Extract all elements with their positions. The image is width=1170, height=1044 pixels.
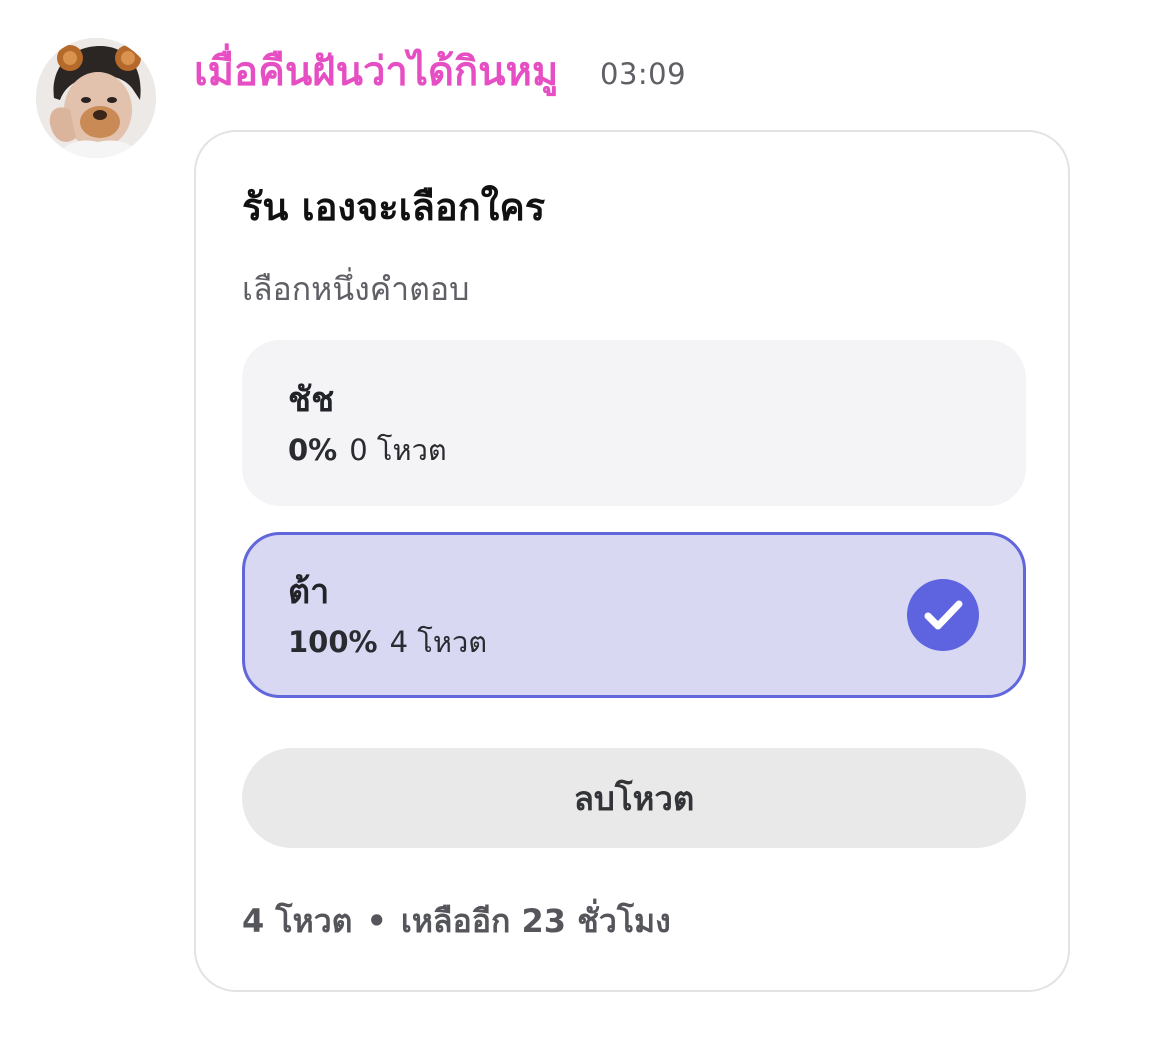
poll-option-label: ต้า (288, 572, 330, 612)
check-circle-icon (907, 579, 979, 651)
poll-question: รัน เองจะเลือกใคร (242, 185, 546, 229)
avatar-image (36, 38, 156, 158)
poll-option-result: 100% 4 โหวต (288, 622, 487, 662)
poll-option-votes: 4 โหวต (389, 625, 488, 659)
message-timestamp: 03:09 (600, 57, 687, 91)
user-avatar[interactable] (36, 38, 156, 158)
poll-time-left: เหลืออีก 23 ชั่วโมง (400, 902, 671, 940)
poll-card: รัน เองจะเลือกใคร เลือกหนึ่งคำตอบ ชัช 0%… (194, 130, 1070, 992)
poll-hint: เลือกหนึ่งคำตอบ (242, 270, 470, 308)
chat-message: เมื่อคืนฝันว่าได้กินหมู 03:09 รัน เองจะเ… (0, 0, 1170, 1044)
poll-option-votes: 0 โหวต (349, 433, 447, 467)
separator-dot: • (366, 902, 387, 940)
poll-option-1[interactable]: ชัช 0% 0 โหวต (242, 340, 1026, 506)
poll-option-label: ชัช (288, 380, 335, 420)
poll-option-percent: 0% (288, 433, 338, 467)
poll-option-result: 0% 0 โหวต (288, 430, 447, 470)
poll-footer: 4 โหวต • เหลืออีก 23 ชั่วโมง (242, 898, 671, 944)
remove-vote-button[interactable]: ลบโหวต (242, 748, 1026, 848)
poll-option-2-selected[interactable]: ต้า 100% 4 โหวต (242, 532, 1026, 698)
poll-option-percent: 100% (288, 625, 378, 659)
author-name[interactable]: เมื่อคืนฝันว่าได้กินหมู (194, 46, 558, 98)
poll-total-votes: 4 โหวต (242, 902, 353, 940)
